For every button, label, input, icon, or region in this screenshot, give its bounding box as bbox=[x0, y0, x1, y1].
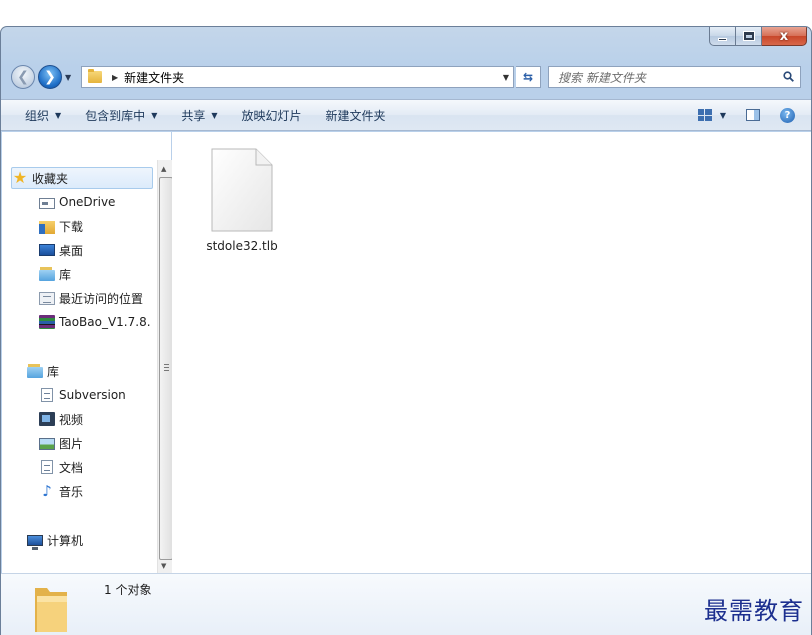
nav-item-taobao[interactable]: TaoBao_V1.7.8. bbox=[39, 311, 151, 333]
nav-item-library-shortcut[interactable]: 库 bbox=[39, 263, 71, 285]
nav-item-videos[interactable]: 视频 bbox=[39, 408, 83, 430]
minimize-icon bbox=[718, 37, 727, 41]
chevron-down-icon: ▼ bbox=[211, 110, 218, 120]
library-icon bbox=[39, 267, 55, 281]
help-icon[interactable]: ? bbox=[780, 107, 795, 123]
nav-favorites[interactable]: ★ 收藏夹 bbox=[11, 167, 153, 189]
nav-item-music[interactable]: ♪ 音乐 bbox=[39, 480, 83, 502]
nav-computer[interactable]: 计算机 bbox=[27, 529, 83, 551]
star-icon: ★ bbox=[12, 168, 28, 187]
breadcrumb-current-folder[interactable]: 新建文件夹 bbox=[124, 69, 184, 86]
computer-icon bbox=[27, 535, 43, 550]
scroll-up-icon[interactable]: ▲ bbox=[161, 165, 166, 173]
onedrive-icon bbox=[39, 197, 55, 209]
nav-item-onedrive[interactable]: OneDrive bbox=[39, 191, 115, 213]
close-icon: x bbox=[779, 28, 789, 44]
minimize-button[interactable] bbox=[709, 27, 736, 46]
nav-item-downloads[interactable]: 下载 bbox=[39, 215, 83, 237]
library-icon bbox=[27, 364, 43, 378]
view-controls: ▼ ? bbox=[697, 100, 811, 130]
file-list-pane[interactable]: stdole32.tlb bbox=[172, 132, 811, 573]
chevron-down-icon: ▼ bbox=[55, 110, 62, 120]
change-view-icon[interactable] bbox=[697, 109, 712, 121]
command-bar: 组织 ▼ 包含到库中 ▼ 共享 ▼ 放映幻灯片 新建文件夹 ▼ ? bbox=[1, 99, 811, 131]
navigation-pane-scrollbar[interactable]: ▲ ▼ bbox=[157, 160, 173, 573]
recent-places-icon bbox=[39, 291, 55, 305]
folder-icon bbox=[88, 69, 102, 83]
maximize-icon bbox=[743, 32, 754, 40]
caption-buttons: x bbox=[709, 27, 807, 47]
file-item[interactable]: stdole32.tlb bbox=[192, 147, 292, 253]
folder-icon bbox=[35, 588, 67, 632]
file-name: stdole32.tlb bbox=[206, 239, 278, 253]
blank-file-icon bbox=[211, 148, 273, 232]
forward-button[interactable]: ❯ bbox=[38, 65, 62, 89]
nav-item-documents[interactable]: 文档 bbox=[39, 456, 83, 478]
view-options-dropdown[interactable]: ▼ bbox=[720, 111, 726, 120]
search-placeholder[interactable]: 搜索 新建文件夹 bbox=[558, 69, 646, 86]
item-count: 1 个对象 bbox=[104, 583, 152, 597]
chevron-down-icon: ▼ bbox=[151, 110, 158, 120]
maximize-button[interactable] bbox=[736, 27, 762, 46]
close-button[interactable]: x bbox=[762, 27, 807, 46]
search-box[interactable]: 搜索 新建文件夹 bbox=[548, 66, 801, 88]
explorer-window: x ❮ ❯ ▼ ▶ 新建文件夹 ▼ ⇆ 搜索 新建文件夹 组织 ▼ 包含到库中 ▼ … bbox=[0, 26, 812, 635]
address-history-dropdown[interactable]: ▼ bbox=[503, 73, 509, 82]
new-folder-button[interactable]: 新建文件夹 bbox=[326, 107, 386, 124]
nav-item-recent-places[interactable]: 最近访问的位置 bbox=[39, 287, 143, 309]
scrollbar-thumb[interactable] bbox=[159, 177, 173, 560]
search-icon[interactable] bbox=[783, 71, 794, 82]
preview-pane-icon[interactable] bbox=[746, 109, 760, 121]
refresh-icon: ⇆ bbox=[522, 70, 534, 84]
slideshow-button[interactable]: 放映幻灯片 bbox=[242, 107, 302, 124]
scroll-down-icon[interactable]: ▼ bbox=[161, 562, 166, 570]
nav-item-pictures[interactable]: 图片 bbox=[39, 432, 83, 454]
nav-libraries[interactable]: 库 bbox=[27, 360, 59, 382]
downloads-folder-icon bbox=[39, 220, 55, 234]
arrow-left-icon: ❮ bbox=[17, 69, 29, 85]
share-menu[interactable]: 共享 ▼ bbox=[181, 107, 217, 124]
navigation-pane: ★ 收藏夹 OneDrive 下载 桌面 库 最近访问的位置 TaoBao_V1… bbox=[2, 132, 173, 596]
watermark-text: 最需教育 bbox=[704, 597, 804, 625]
navigation-bar: ❮ ❯ ▼ ▶ 新建文件夹 ▼ ⇆ 搜索 新建文件夹 bbox=[1, 61, 811, 91]
breadcrumb-separator-icon[interactable]: ▶ bbox=[112, 73, 118, 82]
refresh-button[interactable]: ⇆ bbox=[516, 66, 541, 88]
recent-pages-dropdown[interactable]: ▼ bbox=[65, 73, 71, 82]
nav-item-subversion[interactable]: Subversion bbox=[39, 384, 126, 406]
video-icon bbox=[39, 412, 55, 426]
include-in-library-menu[interactable]: 包含到库中 ▼ bbox=[85, 107, 157, 124]
details-pane: 1 个对象 bbox=[1, 573, 811, 635]
picture-icon bbox=[39, 438, 55, 450]
archive-icon bbox=[39, 315, 55, 329]
desktop-icon bbox=[39, 244, 55, 256]
address-bar[interactable]: ▶ 新建文件夹 ▼ bbox=[81, 66, 514, 88]
organize-menu[interactable]: 组织 ▼ bbox=[25, 107, 61, 124]
back-button[interactable]: ❮ bbox=[11, 65, 35, 89]
music-note-icon: ♪ bbox=[42, 482, 52, 500]
arrow-right-icon: ❯ bbox=[44, 69, 56, 85]
nav-item-desktop[interactable]: 桌面 bbox=[39, 239, 83, 261]
document-icon bbox=[41, 388, 53, 402]
document-icon bbox=[41, 460, 53, 474]
